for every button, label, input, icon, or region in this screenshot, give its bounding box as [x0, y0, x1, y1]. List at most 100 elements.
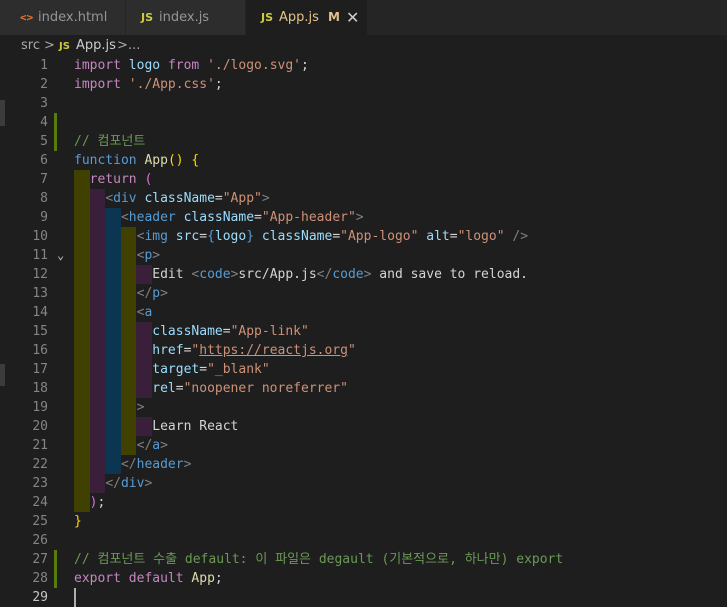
- code-token: Learn React: [152, 419, 239, 434]
- code-line[interactable]: 25}: [0, 512, 727, 531]
- code-text: <a: [74, 303, 153, 322]
- code-line[interactable]: 17 target="_blank": [0, 360, 727, 379]
- code-line[interactable]: 16 href="https://reactjs.org": [0, 341, 727, 360]
- close-icon[interactable]: ✕: [346, 0, 359, 35]
- breadcrumb-file[interactable]: App.js: [76, 35, 116, 57]
- code-line[interactable]: 27 // 컴포넌트 수출 default: 이 파일은 degault (기본적…: [0, 550, 727, 569]
- tab-index-html[interactable]: <> index.html: [0, 0, 126, 35]
- code-line[interactable]: 21 </a>: [0, 436, 727, 455]
- line-number: 15: [32, 324, 48, 339]
- code-line[interactable]: 26: [0, 531, 727, 550]
- code-text: rel="noopener noreferrer": [74, 379, 348, 398]
- code-token: header: [136, 457, 184, 472]
- code-line[interactable]: 22 </header>: [0, 455, 727, 474]
- code-line[interactable]: 15 className="App-link": [0, 322, 727, 341]
- code-text: );: [74, 493, 106, 512]
- code-token: Edit: [152, 267, 192, 282]
- code-line[interactable]: 11 ⌄ <p>: [0, 246, 727, 265]
- code-line[interactable]: 19 >: [0, 398, 727, 417]
- code-text: className="App-link": [74, 322, 309, 341]
- code-token: logo: [128, 58, 161, 73]
- js-file-icon: JS: [141, 11, 154, 24]
- line-number: 24: [32, 495, 48, 510]
- tab-label: index.html: [38, 10, 108, 25]
- code-line[interactable]: 23 </div>: [0, 474, 727, 493]
- code-line[interactable]: 7 return (: [0, 170, 727, 189]
- tab-index-js[interactable]: JS index.js: [126, 0, 246, 35]
- line-number: 29: [32, 590, 48, 605]
- code-token: div: [113, 191, 137, 206]
- code-line[interactable]: 13 </p>: [0, 284, 727, 303]
- html-file-icon: <>: [20, 11, 34, 24]
- line-number: 7: [40, 172, 48, 187]
- code-line[interactable]: 1 import logo from './logo.svg';: [0, 56, 727, 75]
- code-token: src: [175, 229, 200, 244]
- line-number: 21: [32, 438, 48, 453]
- code-line[interactable]: 6 function App() {: [0, 151, 727, 170]
- code-text: function App() {: [74, 151, 199, 170]
- code-token: href: [152, 343, 184, 358]
- code-token: }: [246, 229, 255, 244]
- code-line[interactable]: 10 <img src={logo} className="App-logo" …: [0, 227, 727, 246]
- tab-app-js[interactable]: JS App.js M ✕: [246, 0, 368, 35]
- code-line[interactable]: 28 export default App;: [0, 569, 727, 588]
- line-number: 6: [40, 153, 48, 168]
- code-token: =: [199, 362, 208, 377]
- code-line[interactable]: 14 <a: [0, 303, 727, 322]
- code-token: p: [152, 286, 161, 301]
- code-text: import './App.css';: [74, 75, 223, 94]
- code-token: (): [167, 153, 184, 168]
- code-token: header: [128, 210, 176, 225]
- code-line[interactable]: 24 );: [0, 493, 727, 512]
- fold-chevron-icon[interactable]: ⌄: [57, 246, 64, 265]
- code-line[interactable]: 8 <div className="App">: [0, 189, 727, 208]
- code-token: export: [74, 571, 121, 586]
- code-token: and save to reload.: [371, 267, 529, 282]
- code-line[interactable]: 12 Edit <code>src/App.js</code> and save…: [0, 265, 727, 284]
- code-token: >: [144, 476, 153, 491]
- code-line[interactable]: 9 <header className="App-header">: [0, 208, 727, 227]
- chevron-right-icon: >: [44, 38, 55, 53]
- code-line[interactable]: 2 import './App.css';: [0, 75, 727, 94]
- breadcrumb-symbols[interactable]: ...: [128, 35, 140, 57]
- code-token: </: [136, 438, 153, 453]
- code-line[interactable]: 3: [0, 94, 727, 113]
- code-text: <img src={logo} className="App-logo" alt…: [74, 227, 528, 246]
- code-token: ;: [97, 495, 106, 510]
- code-token: https://reactjs.org: [199, 343, 348, 358]
- code-editor[interactable]: 1 import logo from './logo.svg'; 2 import '…: [0, 56, 727, 607]
- code-token: "App-header": [261, 210, 356, 225]
- code-token: </: [120, 457, 137, 472]
- code-token: className: [152, 324, 223, 339]
- code-text: </a>: [74, 436, 168, 455]
- code-line[interactable]: 18 rel="noopener noreferrer": [0, 379, 727, 398]
- code-token: >: [152, 248, 161, 263]
- breadcrumb: src > JS App.js > ...: [0, 35, 727, 57]
- breadcrumb-folder[interactable]: src: [21, 35, 40, 57]
- line-number: 10: [32, 229, 48, 244]
- code-token: "logo": [457, 229, 505, 244]
- line-number: 11: [32, 248, 48, 263]
- line-number: 5: [40, 134, 48, 149]
- line-number: 12: [32, 267, 48, 282]
- code-token: >: [183, 457, 192, 472]
- code-line[interactable]: 29: [0, 588, 727, 607]
- code-line[interactable]: 20 Learn React: [0, 417, 727, 436]
- code-line[interactable]: 4: [0, 113, 727, 132]
- code-token: "noopener noreferrer": [183, 381, 348, 396]
- code-token: =: [214, 191, 223, 206]
- code-token: alt: [426, 229, 450, 244]
- code-line[interactable]: 5 // 컴포넌트: [0, 132, 727, 151]
- line-number: 18: [32, 381, 48, 396]
